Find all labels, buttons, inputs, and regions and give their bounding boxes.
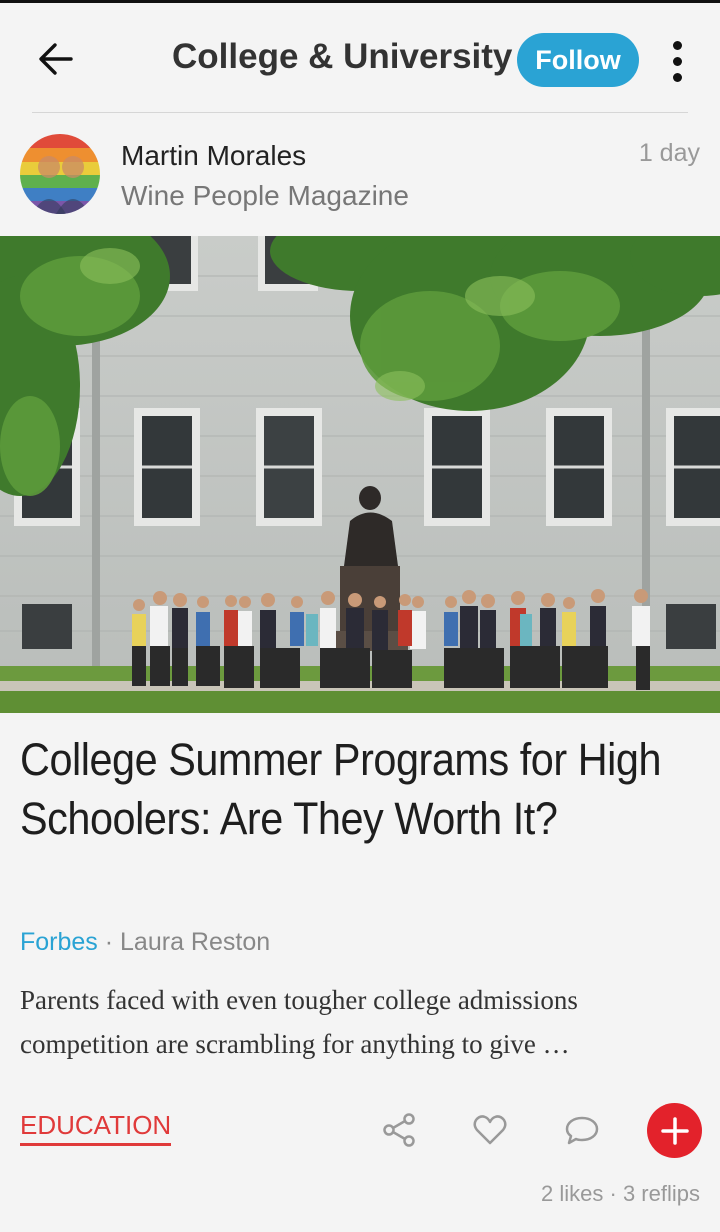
like-button[interactable]	[466, 1106, 514, 1154]
back-arrow-icon	[39, 43, 73, 75]
follow-button[interactable]: Follow	[517, 33, 639, 87]
header-divider	[32, 112, 688, 113]
article-excerpt[interactable]: Parents faced with even tougher college …	[20, 978, 710, 1066]
add-to-magazine-button[interactable]	[647, 1103, 702, 1158]
back-button[interactable]	[30, 33, 82, 85]
article-headline[interactable]: College Summer Programs for High Schoole…	[20, 730, 701, 848]
share-icon	[383, 1113, 415, 1147]
article-writer: Laura Reston	[120, 928, 271, 956]
plus-icon	[660, 1116, 689, 1145]
avatar[interactable]	[20, 134, 100, 214]
more-options-button[interactable]	[660, 33, 694, 89]
article-image[interactable]	[0, 236, 720, 713]
source-separator: ·	[97, 928, 121, 956]
heart-icon	[473, 1115, 507, 1145]
post-time: 1 day	[638, 139, 700, 167]
topic-tag[interactable]: EDUCATION	[20, 1110, 172, 1146]
more-vertical-icon	[672, 40, 682, 82]
comment-button[interactable]	[558, 1106, 606, 1154]
engagement-stats: 2 likes · 3 reflips	[541, 1181, 700, 1206]
article-source-row: Forbes · Laura Reston	[20, 928, 270, 957]
page-title: College & University	[172, 37, 513, 76]
author-row: Martin Morales Wine People Magazine 1 da…	[0, 130, 720, 225]
comment-icon	[565, 1116, 599, 1145]
source-link[interactable]: Forbes	[20, 928, 98, 956]
magazine-name[interactable]: Wine People Magazine	[121, 180, 409, 212]
share-button[interactable]	[375, 1106, 423, 1154]
header-bar: College & University Follow	[0, 3, 720, 113]
author-name[interactable]: Martin Morales	[121, 140, 306, 172]
